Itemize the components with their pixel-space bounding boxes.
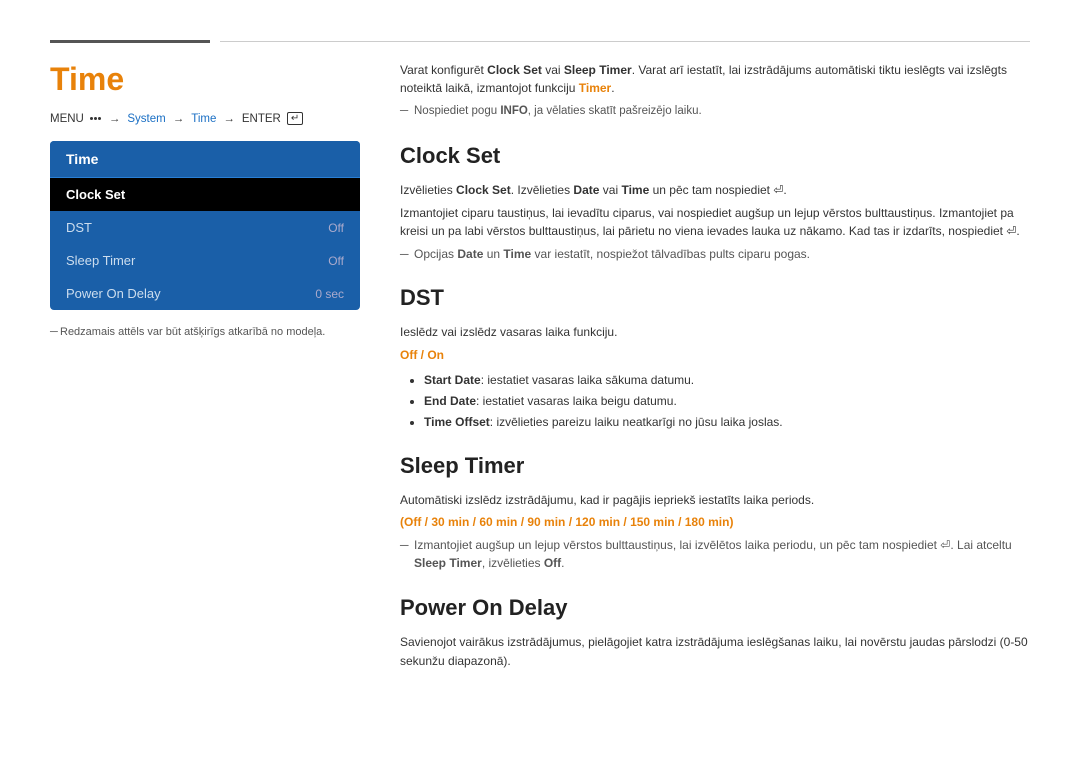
dst-bullet-offset: Time Offset: izvēlieties pareizu laiku n… [424,413,1030,431]
dst-bullet-end: End Date: iestatiet vasaras laika beigu … [424,392,1030,410]
breadcrumb-time: Time [191,113,216,125]
section-power-on-delay: Power On Delay Savienojot vairākus izstr… [400,591,1030,670]
dst-options: Off / On [400,346,1030,365]
left-panel: Time MENU → System → Time → ENTER ↵ Time [50,61,360,733]
menu-item-power-on-delay[interactable]: Power On Delay 0 sec [50,277,360,310]
section-clock-set: Clock Set Izvēlieties Clock Set. Izvēlie… [400,139,1030,263]
menu-item-power-on-delay-value: 0 sec [315,287,344,301]
menu-item-sleep-timer[interactable]: Sleep Timer Off [50,244,360,277]
line-right [220,41,1030,42]
dst-bullet-start: Start Date: iestatiet vasaras laika sāku… [424,371,1030,389]
menu-label: MENU [50,113,84,125]
menu-icon [90,117,101,120]
right-panel: Varat konfigurēt Clock Set vai Sleep Tim… [400,61,1030,733]
clock-set-note: Opcijas Date un Time var iestatīt, nospi… [400,245,1030,264]
menu-item-sleep-timer-label: Sleep Timer [66,253,135,268]
sleep-timer-note: Izmantojiet augšup un lejup vērstos bult… [400,536,1030,573]
menu-item-dst[interactable]: DST Off [50,211,360,244]
dst-bullet-list: Start Date: iestatiet vasaras laika sāku… [400,371,1030,431]
menu-item-clock-set[interactable]: Clock Set [50,178,360,211]
breadcrumb-system: System [127,113,165,125]
menu-item-sleep-timer-value: Off [328,254,344,268]
clock-set-para-2: Izmantojiet ciparu taustiņus, lai ievadī… [400,204,1030,241]
dst-para-1: Ieslēdz vai izslēdz vasaras laika funkci… [400,323,1030,342]
line-left [50,40,210,43]
cs-bold-1: Clock Set [456,183,511,197]
info-bold: INFO [500,105,527,117]
sleep-timer-options: (Off / 30 min / 60 min / 90 min / 120 mi… [400,513,1030,532]
section-dst: DST Ieslēdz vai izslēdz vasaras laika fu… [400,281,1030,430]
enter-label: ENTER [242,113,281,125]
clock-set-para-1: Izvēlieties Clock Set. Izvēlieties Date … [400,181,1030,200]
section-sleep-timer: Sleep Timer Automātiski izslēdz izstrādā… [400,449,1030,573]
menu-item-dst-label: DST [66,220,92,235]
arrow-3: → [223,113,235,125]
menu-item-clock-set-label: Clock Set [66,187,125,202]
intro-bold-sleep: Sleep Timer [564,63,632,77]
dst-offset-bold: Time Offset [424,415,490,429]
left-note: Redzamais attēls var būt atšķirīgs atkar… [50,326,360,338]
section-title-power-on-delay: Power On Delay [400,591,1030,625]
sleep-timer-para-1: Automātiski izslēdz izstrādājumu, kad ir… [400,491,1030,510]
menu-box: Time Clock Set DST Off Sleep Timer Off [50,141,360,310]
section-title-clock-set: Clock Set [400,139,1030,173]
intro-orange-timer: Timer [579,81,611,95]
dst-end-bold: End Date [424,394,476,408]
cs-note-time: Time [503,247,531,261]
cs-note-date: Date [457,247,483,261]
section-title-dst: DST [400,281,1030,315]
menu-box-title: Time [50,141,360,178]
power-on-delay-para-1: Savienojot vairākus izstrādājumus, pielā… [400,633,1030,670]
content-area: Time MENU → System → Time → ENTER ↵ Time [50,61,1030,733]
cs-bold-date: Date [573,183,599,197]
breadcrumb: MENU → System → Time → ENTER ↵ [50,112,360,125]
intro-note: Nospiediet pogu INFO, ja vēlaties skatīt… [400,103,1030,121]
menu-item-power-on-delay-label: Power On Delay [66,286,161,301]
st-note-bold-2: Off [544,556,561,570]
st-note-bold-1: Sleep Timer [414,556,482,570]
menu-item-dst-value: Off [328,221,344,235]
enter-icon: ↵ [287,112,303,125]
arrow-2: → [173,113,185,125]
top-divider [50,40,1030,43]
page-container: Time MENU → System → Time → ENTER ↵ Time [0,0,1080,763]
intro-text: Varat konfigurēt Clock Set vai Sleep Tim… [400,61,1030,97]
page-title: Time [50,61,360,98]
intro-bold-clock: Clock Set [487,63,542,77]
dst-start-bold: Start Date [424,373,481,387]
section-title-sleep-timer: Sleep Timer [400,449,1030,483]
arrow-1: → [109,113,121,125]
cs-bold-time: Time [621,183,649,197]
